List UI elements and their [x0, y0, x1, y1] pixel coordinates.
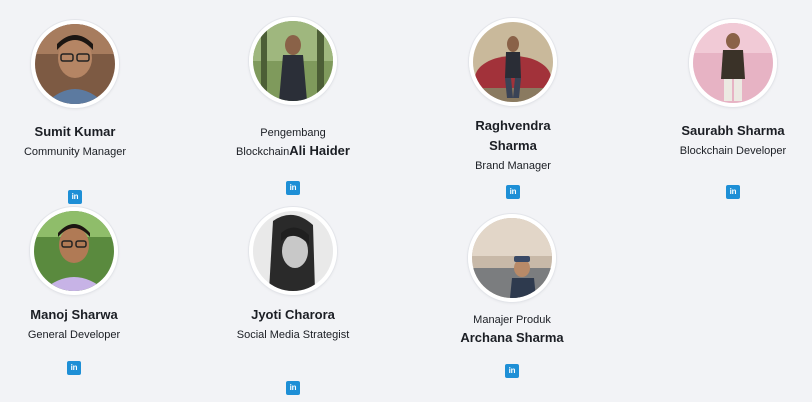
- linkedin-icon[interactable]: in: [505, 364, 519, 378]
- member-name-line1: Raghvendra: [475, 118, 551, 133]
- avatar-jyoti-charora: [249, 207, 337, 295]
- member-name: Saurabh Sharma: [681, 123, 785, 138]
- linkedin-icon[interactable]: in: [67, 361, 81, 375]
- member-name: Ali Haider: [289, 143, 350, 158]
- linkedin-icon[interactable]: in: [506, 185, 520, 199]
- member-name: Manoj Sharwa: [30, 307, 118, 322]
- member-role: Social Media Strategist: [236, 329, 350, 341]
- member-name: Sumit Kumar: [34, 124, 116, 139]
- member-name-line2: Sharma: [489, 138, 537, 153]
- avatar-manoj-sharwa: [30, 207, 118, 295]
- member-name: Jyoti Charora: [251, 307, 335, 322]
- linkedin-icon[interactable]: in: [286, 181, 300, 195]
- team-card-archana-sharma: Manajer Produk Archana Sharma in: [422, 214, 602, 378]
- team-card-sumit-kumar: Sumit Kumar Community Manager in: [0, 20, 165, 204]
- avatar-raghvendra-sharma: [469, 18, 557, 106]
- member-role: Blockchain Developer: [679, 145, 787, 157]
- member-name: Archana Sharma: [460, 330, 564, 345]
- avatar-archana-sharma: [468, 214, 556, 302]
- team-card-saurabh-sharma: Saurabh Sharma Blockchain Developer in: [643, 19, 812, 199]
- member-role: Community Manager: [23, 146, 127, 158]
- team-card-ali-haider: Pengembang BlockchainAli Haider in: [203, 17, 383, 195]
- member-role: Brand Manager: [475, 160, 551, 172]
- team-card-jyoti-charora: Jyoti Charora Social Media Strategist in: [203, 207, 383, 395]
- team-card-raghvendra-sharma: Raghvendra Sharma Brand Manager in: [423, 18, 603, 199]
- avatar-ali-haider: [249, 17, 337, 105]
- member-role-line2: Blockchain: [236, 146, 290, 158]
- linkedin-icon[interactable]: in: [68, 190, 82, 204]
- linkedin-icon[interactable]: in: [726, 185, 740, 199]
- linkedin-icon[interactable]: in: [286, 381, 300, 395]
- member-role: General Developer: [27, 329, 121, 341]
- member-role-line1: Pengembang: [260, 127, 326, 139]
- member-role: Manajer Produk: [473, 314, 551, 326]
- avatar-saurabh-sharma: [689, 19, 777, 107]
- team-card-manoj-sharwa: Manoj Sharwa General Developer in: [0, 207, 164, 375]
- avatar-sumit-kumar: [31, 20, 119, 108]
